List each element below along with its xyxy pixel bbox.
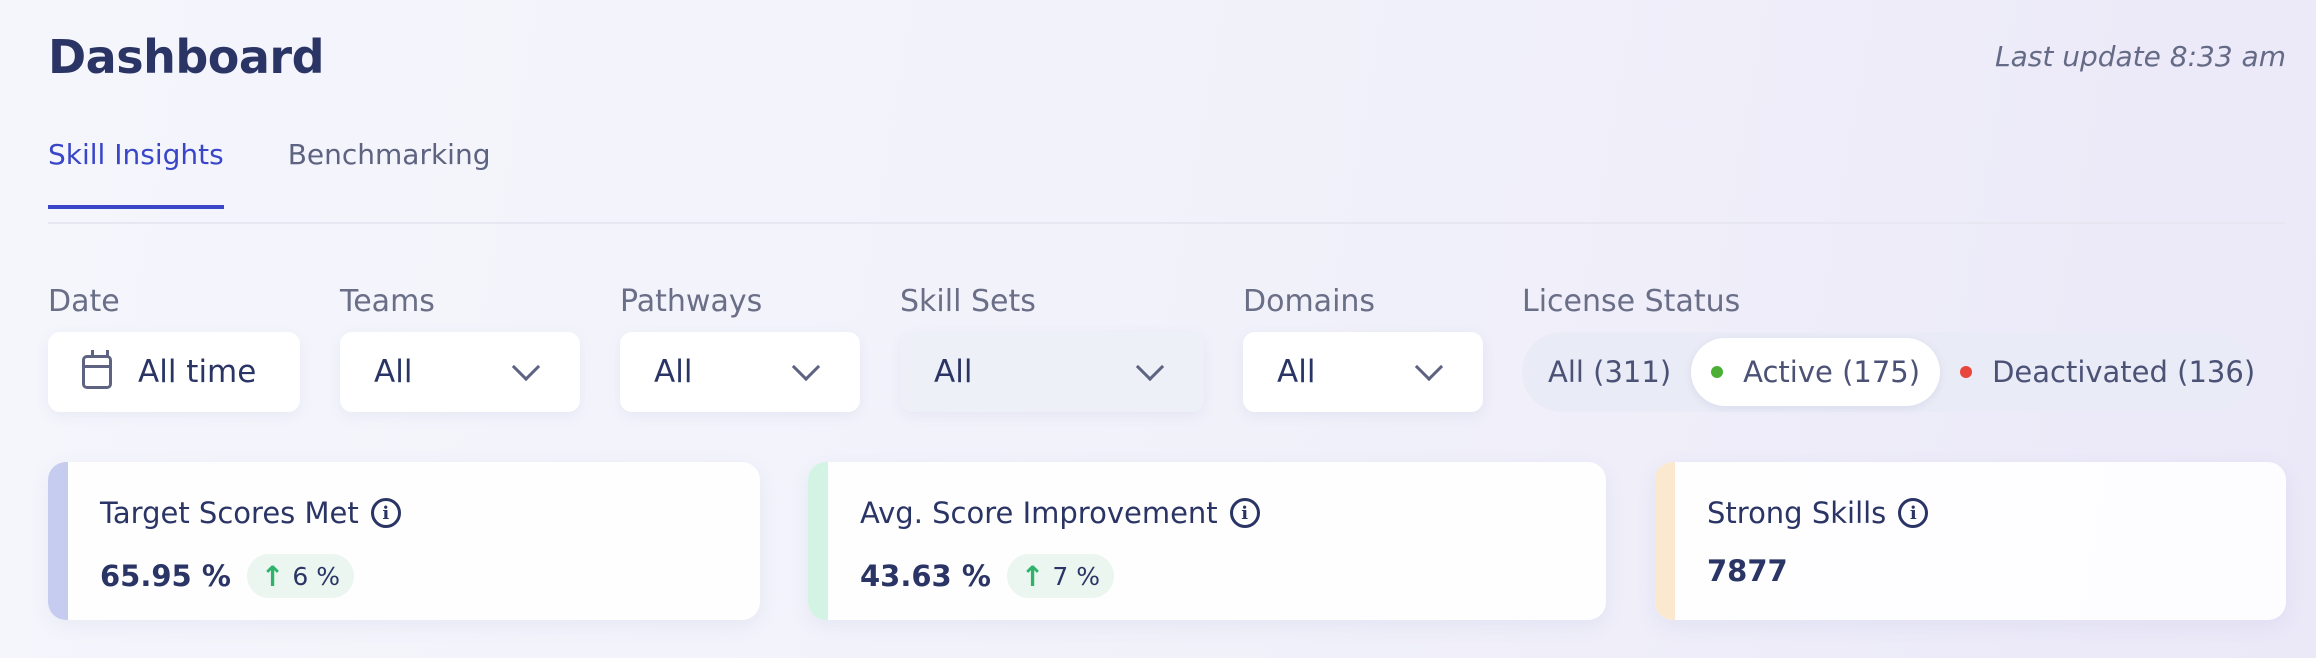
teams-filter-label: Teams (340, 284, 435, 319)
skill-sets-select[interactable]: All (900, 332, 1204, 412)
arrow-up-icon: ↑ (1020, 559, 1045, 593)
license-status-segmented-control: All (311) Active (175) Deactivated (136) (1522, 332, 2255, 412)
card-accent-bar (1655, 462, 1675, 620)
skill-sets-filter: Skill Sets All (900, 284, 1204, 412)
date-filter: Date All time (48, 284, 300, 412)
delta-badge: ↑ 7 % (1006, 554, 1114, 598)
card-value: 7877 (1707, 554, 1788, 588)
info-icon[interactable]: i (1229, 498, 1260, 528)
domains-filter: Domains All (1243, 284, 1483, 412)
calendar-icon (82, 350, 112, 389)
last-update-text: Last update 8:33 am (1995, 40, 2286, 73)
chevron-down-icon (1135, 352, 1165, 382)
metric-card-strong-skills: Strong Skills i 7877 (1655, 462, 2286, 620)
chevron-down-icon (791, 352, 821, 382)
date-filter-label: Date (48, 284, 120, 319)
skill-sets-filter-label: Skill Sets (900, 284, 1036, 319)
chevron-down-icon (511, 352, 541, 382)
date-select[interactable]: All time (48, 332, 300, 412)
card-title: Avg. Score Improvement i (860, 496, 1260, 530)
arrow-up-icon: ↑ (260, 559, 285, 593)
tab-bar: Skill Insights Benchmarking (48, 138, 554, 209)
card-title-text: Target Scores Met (100, 496, 359, 530)
card-title: Strong Skills i (1707, 496, 1929, 530)
delta-badge: ↑ 6 % (246, 554, 354, 598)
metric-card-target-scores: Target Scores Met i 65.95 % ↑ 6 % (48, 462, 760, 620)
teams-select[interactable]: All (340, 332, 580, 412)
card-accent-bar (48, 462, 68, 620)
license-status-label: License Status (1522, 284, 1741, 319)
teams-filter: Teams All (340, 284, 580, 412)
card-value-text: 7877 (1707, 554, 1788, 588)
pathways-filter-label: Pathways (620, 284, 763, 319)
date-select-value: All time (138, 354, 257, 390)
card-title: Target Scores Met i (100, 496, 401, 530)
delta-text: 6 % (292, 561, 340, 591)
card-value-text: 65.95 % (100, 559, 231, 593)
pathways-select-value: All (654, 354, 693, 390)
license-option-deactivated[interactable]: Deactivated (136) (1940, 338, 2275, 406)
domains-select-value: All (1277, 354, 1316, 390)
info-icon[interactable]: i (370, 498, 401, 528)
license-option-all[interactable]: All (311) (1528, 338, 1691, 406)
info-icon[interactable]: i (1898, 498, 1929, 528)
chevron-down-icon (1414, 352, 1444, 382)
domains-select[interactable]: All (1243, 332, 1483, 412)
card-value: 43.63 % ↑ 7 % (860, 554, 1114, 598)
teams-select-value: All (374, 354, 413, 390)
active-status-dot-icon (1711, 366, 1724, 378)
tab-benchmarking[interactable]: Benchmarking (288, 138, 491, 209)
card-accent-bar (808, 462, 828, 620)
skill-sets-select-value: All (934, 354, 973, 390)
license-status-filter: License Status All (311) Active (175) De… (1522, 284, 2255, 412)
deactivated-status-dot-icon (1960, 366, 1973, 378)
page-title: Dashboard (48, 30, 325, 84)
tab-skill-insights[interactable]: Skill Insights (48, 138, 224, 209)
pathways-select[interactable]: All (620, 332, 860, 412)
delta-text: 7 % (1052, 561, 1100, 591)
domains-filter-label: Domains (1243, 284, 1376, 319)
license-option-active[interactable]: Active (175) (1691, 338, 1941, 406)
license-option-label: All (311) (1548, 355, 1672, 389)
card-title-text: Avg. Score Improvement (860, 496, 1218, 530)
license-option-label: Deactivated (136) (1992, 355, 2256, 389)
pathways-filter: Pathways All (620, 284, 860, 412)
filters-row: Date All time Teams All Pathways All Ski… (0, 284, 2316, 424)
card-value-text: 43.63 % (860, 559, 991, 593)
license-option-label: Active (175) (1743, 355, 1921, 389)
tabs-divider (48, 222, 2286, 224)
card-title-text: Strong Skills (1707, 496, 1887, 530)
card-value: 65.95 % ↑ 6 % (100, 554, 354, 598)
metric-card-avg-score-improvement: Avg. Score Improvement i 43.63 % ↑ 7 % (808, 462, 1606, 620)
